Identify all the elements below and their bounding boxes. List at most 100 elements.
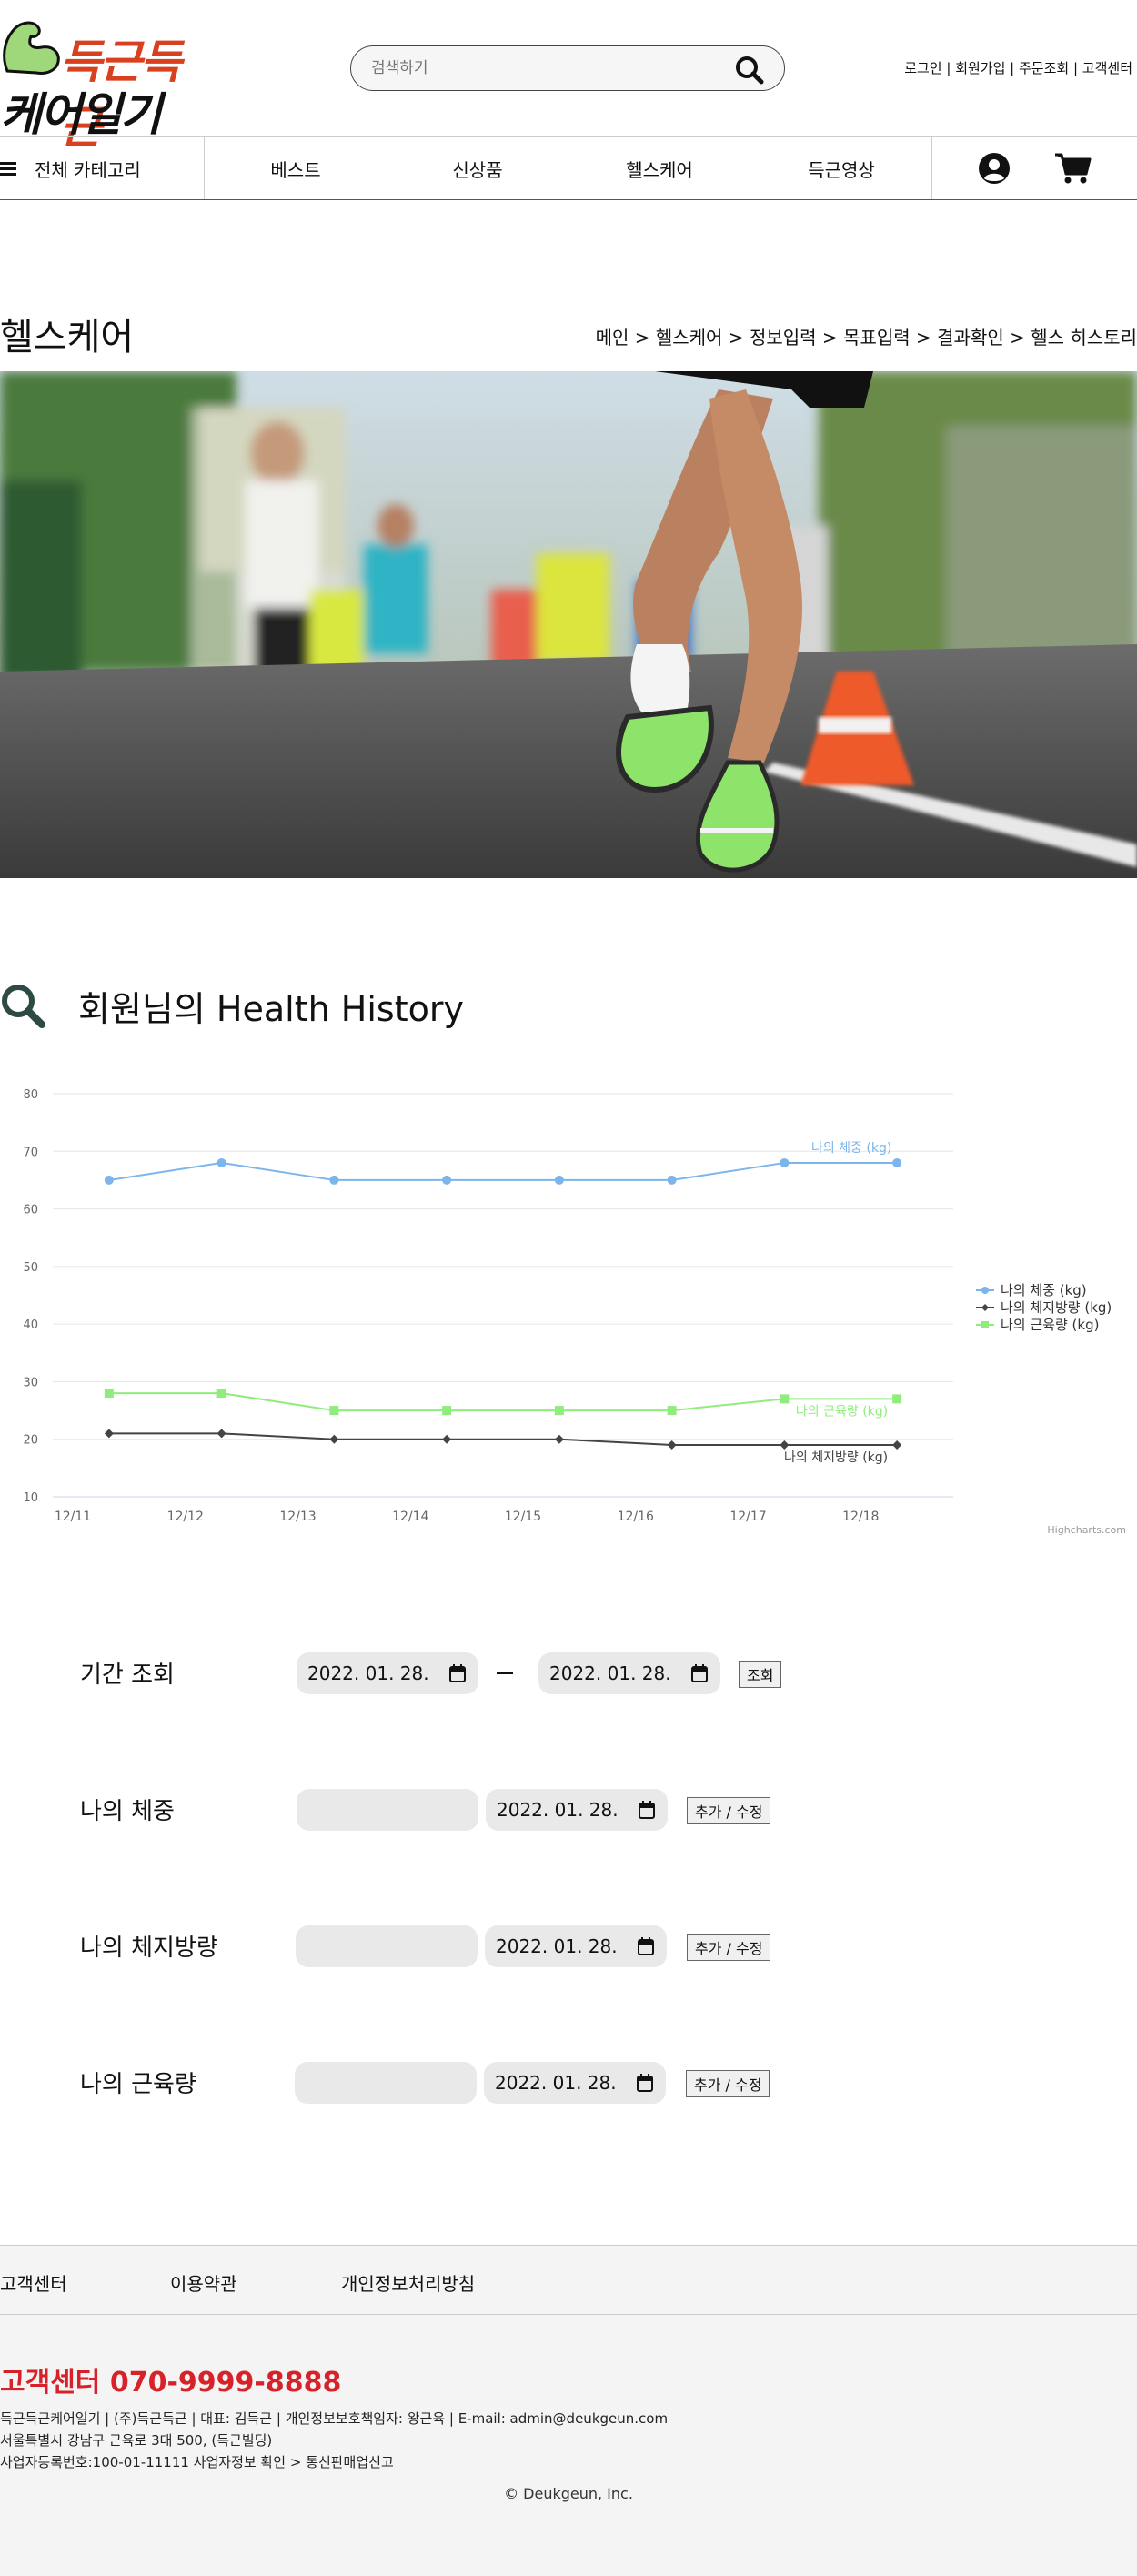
cart-icon[interactable] [1053, 152, 1092, 185]
business-registration: 사업자등록번호:100-01-11111 사업자정보 확인 > 통신판매업신고 [0, 2454, 394, 2470]
period-query-row: 기간 조회 2022. 01. 28. 2022. 01. 28. 조회 [0, 1645, 1137, 1700]
x-tick-label: 12/16 [618, 1510, 654, 1524]
data-point [892, 1394, 902, 1404]
calendar-icon[interactable] [449, 1664, 466, 1682]
nav-item-video[interactable]: 득근영상 [787, 137, 896, 199]
data-point [554, 1434, 564, 1444]
chevron-right-icon: > [821, 327, 844, 349]
line-chart: 10 20 30 40 50 60 70 80 12/11 12/12 12/13 12/14 12/1… [23, 1088, 1126, 1536]
y-tick-label: 70 [23, 1146, 38, 1159]
chevron-right-icon: > [1010, 327, 1031, 349]
bodyfat-input-row: 나의 체지방량 2022. 01. 28. 추가 / 수정 [0, 1918, 1137, 1973]
search-input[interactable] [371, 56, 717, 81]
main-nav: 전체 카테고리 베스트 신상품 헬스케어 득근영상 [0, 136, 1137, 200]
muscle-date-input[interactable]: 2022. 01. 28. [484, 2062, 666, 2104]
breadcrumb-item[interactable]: 정보입력 [750, 327, 817, 349]
nav-icons [931, 137, 1137, 199]
muscle-input-row: 나의 근육량 2022. 01. 28. 추가 / 수정 [0, 2055, 1137, 2109]
calendar-icon[interactable] [638, 1937, 654, 1955]
weight-value-input[interactable] [297, 1789, 478, 1831]
muscle-label: 나의 근육량 [80, 2071, 196, 2098]
site-logo[interactable]: 득근득근 케어일기 [0, 13, 211, 154]
range-dash [497, 1672, 513, 1674]
bodyfat-value-input[interactable] [296, 1925, 478, 1967]
login-link[interactable]: 로그인 [904, 60, 941, 76]
header: 득근득근 케어일기 로그인 | 회원가입 | 주문조회 | 고객센터 [0, 0, 1137, 154]
data-point [104, 1175, 114, 1185]
signup-link[interactable]: 회원가입 [955, 60, 1005, 76]
bodyfat-date-input[interactable]: 2022. 01. 28. [485, 1925, 667, 1967]
calendar-icon[interactable] [637, 2074, 653, 2092]
data-point [892, 1157, 902, 1167]
y-tick-label: 30 [23, 1376, 38, 1389]
period-label: 기간 조회 [80, 1662, 175, 1689]
calendar-icon[interactable] [691, 1664, 708, 1682]
hero-image-runners [0, 371, 1137, 878]
nav-item-healthcare[interactable]: 헬스케어 [605, 137, 714, 199]
data-point [780, 1394, 790, 1404]
all-categories-button[interactable]: 전체 카테고리 [0, 137, 205, 199]
data-point [216, 1429, 226, 1439]
chart-credit: Highcharts.com [1047, 1524, 1126, 1536]
data-point [329, 1434, 339, 1444]
customer-center-link[interactable]: 고객센터 [1082, 60, 1132, 76]
data-point [780, 1157, 790, 1167]
page-title: 헬스케어 [0, 317, 135, 359]
query-button[interactable]: 조회 [739, 1661, 782, 1688]
data-point [892, 1440, 902, 1450]
footer-link-terms[interactable]: 이용약관 [170, 2269, 237, 2296]
hamburger-icon [0, 162, 16, 176]
section-title: 회원님의 Health History [78, 988, 464, 1029]
breadcrumb-item[interactable]: 헬스케어 [656, 327, 723, 349]
series-label: 나의 근육량 (kg) [796, 1404, 888, 1419]
y-tick-label: 10 [23, 1491, 38, 1505]
footer-link-privacy[interactable]: 개인정보처리방침 [341, 2269, 475, 2296]
breadcrumb-item[interactable]: 메인 [596, 327, 629, 349]
footer-links: 고객센터 이용약관 개인정보처리방침 [0, 2246, 1137, 2315]
period-from-value: 2022. 01. 28. [307, 1662, 429, 1684]
muscle-value-input[interactable] [295, 2062, 477, 2104]
series-line [108, 1392, 898, 1412]
data-point [104, 1389, 114, 1399]
copyright: © Deukgeun, Inc. [504, 2485, 633, 2502]
period-from-date[interactable]: 2022. 01. 28. [297, 1652, 478, 1694]
calendar-icon[interactable] [639, 1801, 655, 1819]
company-info: 득근득근케어일기 | (주)득근득근 | 대표: 김득근 | 개인정보보호책임자… [0, 2408, 668, 2473]
muscle-save-button[interactable]: 추가 / 수정 [686, 2070, 770, 2097]
breadcrumb-item[interactable]: 결과확인 [937, 327, 1004, 349]
all-categories-label: 전체 카테고리 [35, 158, 141, 181]
data-point [780, 1440, 790, 1450]
y-tick-label: 40 [23, 1318, 38, 1332]
x-tick-label: 12/14 [392, 1510, 428, 1524]
legend-marker [981, 1304, 989, 1311]
data-point [667, 1406, 677, 1416]
company-info-line: 득근득근케어일기 | (주)득근득근 | 대표: 김득근 | 개인정보보호책임자… [0, 2410, 669, 2427]
search-icon[interactable] [735, 56, 764, 85]
data-point [442, 1406, 452, 1416]
weight-save-button[interactable]: 추가 / 수정 [687, 1797, 771, 1824]
data-point [667, 1440, 677, 1450]
breadcrumb-item[interactable]: 목표입력 [843, 327, 911, 349]
footer-link-customer-center[interactable]: 고객센터 [0, 2269, 67, 2296]
nav-item-new[interactable]: 신상품 [423, 137, 532, 199]
x-tick-label: 12/18 [842, 1510, 879, 1524]
chevron-right-icon: > [634, 327, 656, 349]
company-address: 서울특별시 강남구 근육로 3대 500, (득근빌딩) [0, 2432, 273, 2449]
breadcrumb: 메인 > 헬스케어 > 정보입력 > 목표입력 > 결과확인 > 헬스 히스토리 [596, 323, 1137, 349]
legend-item: 나의 근육량 (kg) [1001, 1317, 1099, 1333]
health-history-heading: 회원님의 Health History [0, 978, 464, 1033]
weight-input-row: 나의 체중 2022. 01. 28. 추가 / 수정 [0, 1782, 1137, 1836]
order-lookup-link[interactable]: 주문조회 [1019, 60, 1069, 76]
search-icon [2, 985, 45, 1028]
legend-item: 나의 체지방량 (kg) [1001, 1299, 1112, 1316]
bodyfat-save-button[interactable]: 추가 / 수정 [687, 1934, 771, 1961]
breadcrumb-item[interactable]: 헬스 히스토리 [1031, 327, 1137, 349]
nav-item-best[interactable]: 베스트 [241, 137, 350, 199]
period-to-date[interactable]: 2022. 01. 28. [538, 1652, 720, 1694]
weight-date-input[interactable]: 2022. 01. 28. [486, 1789, 668, 1831]
muscle-date-value: 2022. 01. 28. [495, 2072, 617, 2094]
bodyfat-label: 나의 체지방량 [80, 1935, 218, 1962]
data-point [442, 1175, 452, 1185]
account-icon[interactable] [978, 152, 1011, 185]
series-line [108, 1161, 898, 1181]
